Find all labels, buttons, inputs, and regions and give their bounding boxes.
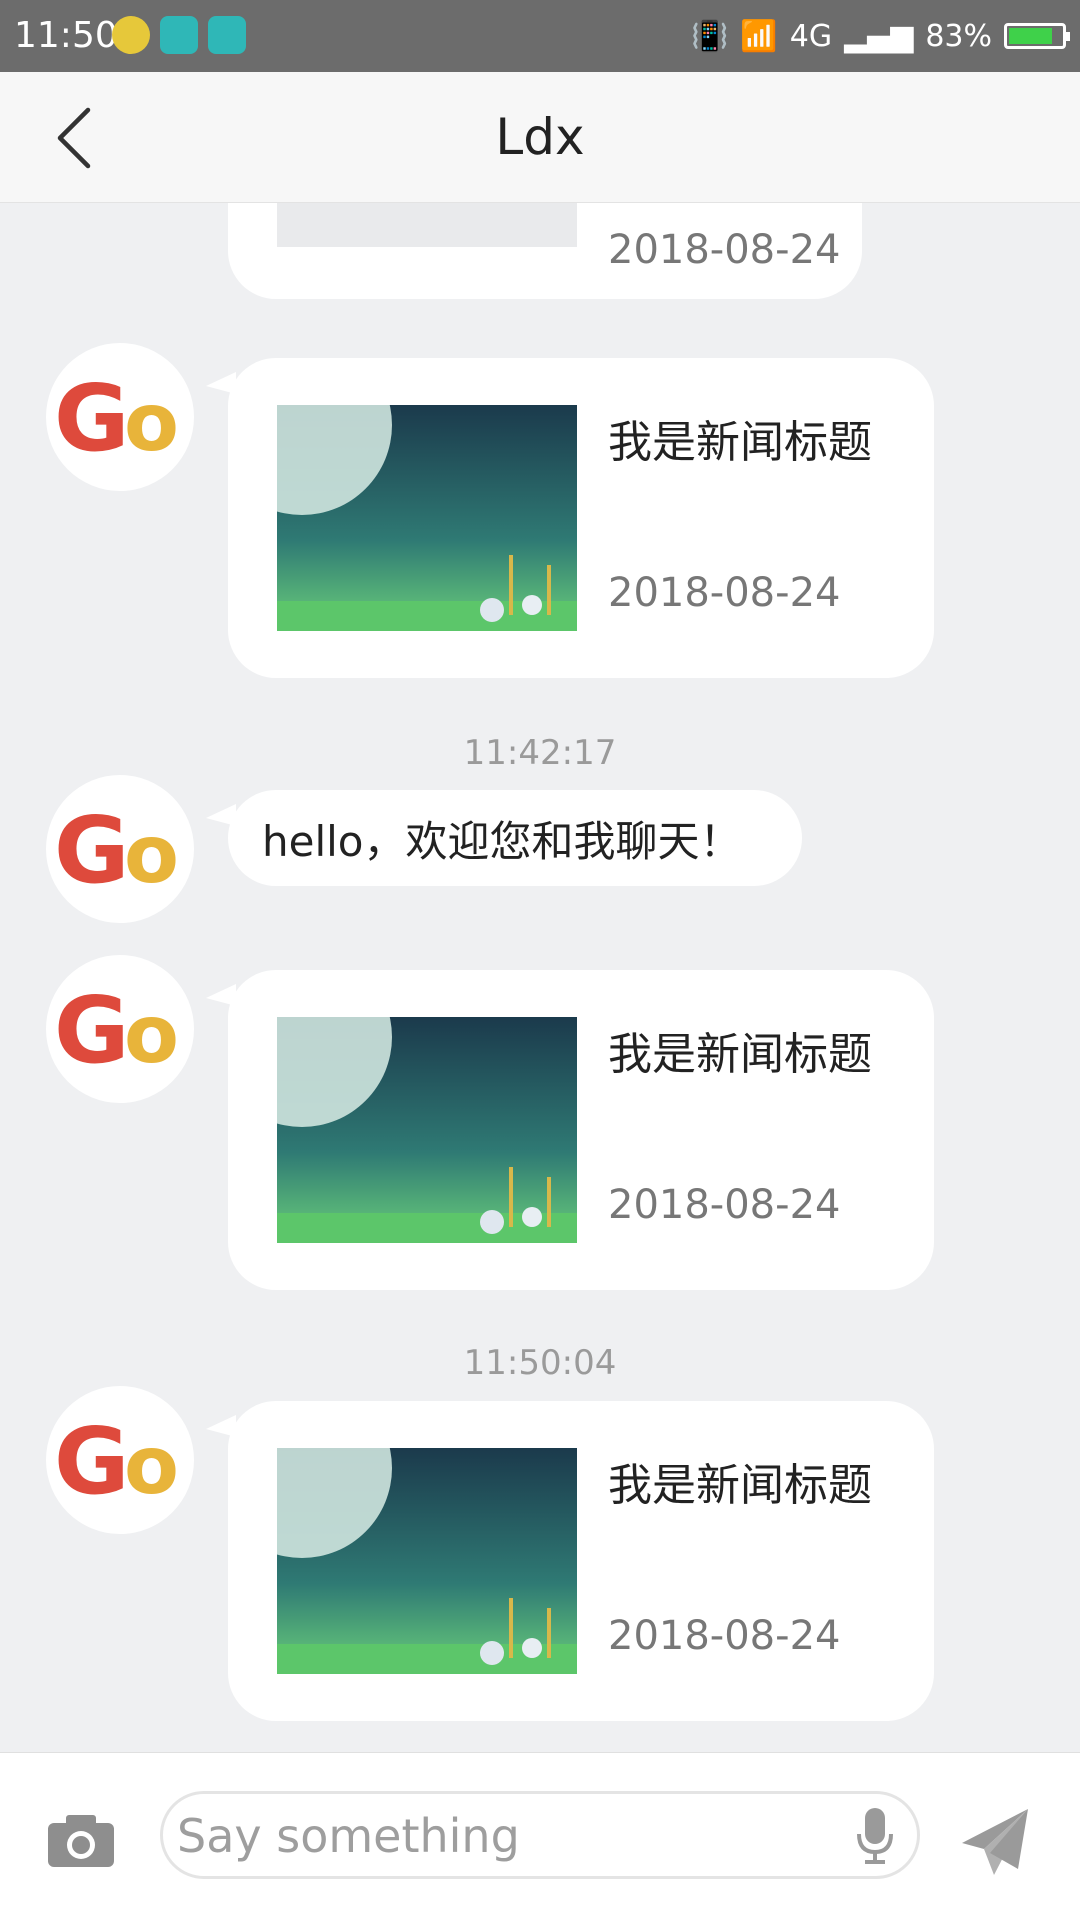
go-logo-icon: G o xyxy=(54,804,179,894)
news-thumbnail xyxy=(277,203,577,247)
news-date: 2018-08-24 xyxy=(608,570,841,616)
battery-level xyxy=(1009,28,1053,44)
news-card-message[interactable]: 我是新闻标题 2018-08-24 xyxy=(206,358,934,678)
status-bar: 11:50 📳 📶 4G ▂▄▆ 83% xyxy=(0,0,1080,72)
news-date: 2018-08-24 xyxy=(608,1613,841,1659)
microphone-icon[interactable] xyxy=(855,1806,895,1866)
news-title: 我是新闻标题 xyxy=(608,1460,872,1511)
signal-icon: ▂▄▆ xyxy=(844,18,914,54)
avatar[interactable]: G o xyxy=(46,955,194,1103)
svg-text:G: G xyxy=(54,984,130,1074)
go-logo-icon: G o xyxy=(54,372,179,462)
news-card-message[interactable]: 我是新闻标题 2018-08-24 xyxy=(206,970,934,1290)
message-timestamp: 11:50:04 xyxy=(463,1343,617,1383)
camera-icon[interactable] xyxy=(46,1813,116,1869)
network-type: 4G xyxy=(789,18,833,54)
avatar[interactable]: G o xyxy=(46,775,194,923)
input-bar xyxy=(0,1752,1080,1921)
vibrate-icon: 📳 xyxy=(691,18,729,54)
avatar[interactable]: G o xyxy=(46,343,194,491)
svg-text:G: G xyxy=(54,372,130,462)
usb-notification-icon xyxy=(208,16,246,54)
battery-percent: 83% xyxy=(925,18,992,54)
message-input-container xyxy=(160,1791,920,1879)
news-date: 2018-08-24 xyxy=(608,227,841,273)
svg-text:G: G xyxy=(54,804,130,894)
news-title: 我是新闻标题 xyxy=(608,1029,872,1080)
news-card-message[interactable]: 我是新闻标题 2018-08-24 xyxy=(206,1401,934,1721)
send-icon[interactable] xyxy=(960,1807,1030,1877)
go-logo-icon: G o xyxy=(54,984,179,1074)
battery-icon xyxy=(1004,23,1070,49)
message-text: hello，欢迎您和我聊天！ xyxy=(262,816,742,866)
svg-text:o: o xyxy=(124,376,179,462)
go-logo-icon: G o xyxy=(54,1415,179,1505)
avatar[interactable]: G o xyxy=(46,1386,194,1534)
news-thumbnail xyxy=(277,405,577,631)
app-notification-icon xyxy=(112,16,150,54)
news-date: 2018-08-24 xyxy=(608,1182,841,1228)
title-bar: Ldx xyxy=(0,72,1080,203)
svg-text:o: o xyxy=(124,1419,179,1505)
news-title: 我是新闻标题 xyxy=(608,417,872,468)
text-message[interactable]: hello，欢迎您和我聊天！ xyxy=(206,790,802,886)
news-thumbnail xyxy=(277,1448,577,1674)
svg-text:G: G xyxy=(54,1415,130,1505)
status-time: 11:50 xyxy=(14,15,118,56)
chat-title: Ldx xyxy=(495,108,585,166)
svg-text:o: o xyxy=(124,808,179,894)
chat-list[interactable]: 2018-08-24 G o 我是新闻标题 2018-08-24 11:42:1… xyxy=(0,203,1080,1752)
message-input[interactable] xyxy=(175,1802,859,1870)
wifi-icon: 📶 xyxy=(740,18,778,54)
screenshot-notification-icon xyxy=(160,16,198,54)
svg-text:o: o xyxy=(124,988,179,1074)
news-thumbnail xyxy=(277,1017,577,1243)
news-card-message[interactable]: 2018-08-24 xyxy=(228,203,862,299)
message-timestamp: 11:42:17 xyxy=(463,733,617,773)
